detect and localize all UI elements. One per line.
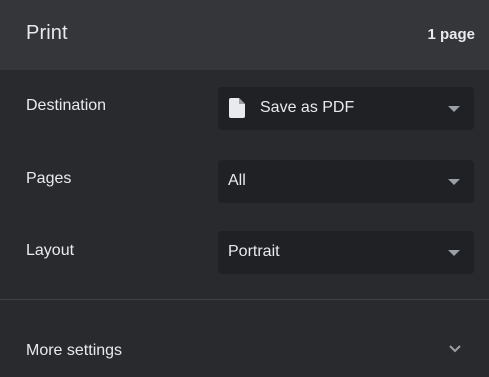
more-settings-toggle[interactable]: More settings: [0, 300, 489, 377]
layout-value: Portrait: [228, 243, 280, 260]
page-title: Print: [26, 22, 68, 44]
destination-label: Destination: [26, 97, 107, 114]
print-header: Print 1 page: [0, 0, 489, 70]
document-icon: [229, 98, 245, 118]
print-panel: Print 1 page Destination Save as PDF Pag…: [0, 0, 489, 377]
destination-select[interactable]: Save as PDF: [218, 87, 474, 130]
layout-select[interactable]: Portrait: [218, 231, 474, 274]
dropdown-caret-icon: [448, 179, 460, 185]
pages-label: Pages: [26, 170, 72, 187]
pages-value: All: [228, 172, 246, 189]
dropdown-caret-icon: [448, 106, 460, 112]
destination-value: Save as PDF: [260, 99, 355, 116]
more-settings-label: More settings: [26, 342, 123, 359]
pages-select[interactable]: All: [218, 160, 474, 203]
layout-label: Layout: [26, 242, 75, 259]
dropdown-caret-icon: [448, 250, 460, 256]
chevron-down-icon: [449, 345, 461, 353]
page-count: 1 page: [427, 26, 475, 43]
